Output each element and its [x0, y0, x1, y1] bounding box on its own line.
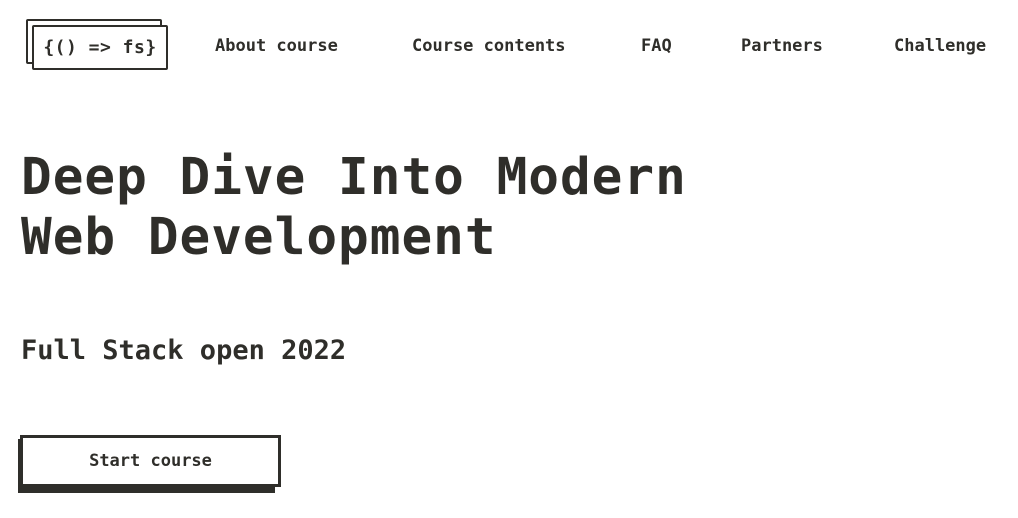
- nav-challenge[interactable]: Challenge: [894, 36, 986, 56]
- nav-about-course[interactable]: About course: [215, 36, 338, 56]
- start-course-label: Start course: [89, 451, 212, 471]
- hero-title-line-2: Web Development: [21, 208, 497, 267]
- start-course-button-face[interactable]: Start course: [20, 435, 281, 487]
- logo-text: {() => fs}: [43, 37, 157, 58]
- logo: {() => fs}: [32, 25, 168, 70]
- logo-link[interactable]: {() => fs}: [26, 19, 170, 71]
- nav-faq[interactable]: FAQ: [641, 36, 672, 56]
- start-course-button[interactable]: Start course: [18, 435, 281, 493]
- hero-title: Deep Dive Into Modern Web Development: [21, 148, 781, 268]
- hero-subtitle: Full Stack open 2022: [21, 335, 347, 366]
- nav-partners[interactable]: Partners: [741, 36, 823, 56]
- nav-course-contents[interactable]: Course contents: [412, 36, 566, 56]
- hero-title-line-1: Deep Dive Into Modern: [21, 148, 687, 207]
